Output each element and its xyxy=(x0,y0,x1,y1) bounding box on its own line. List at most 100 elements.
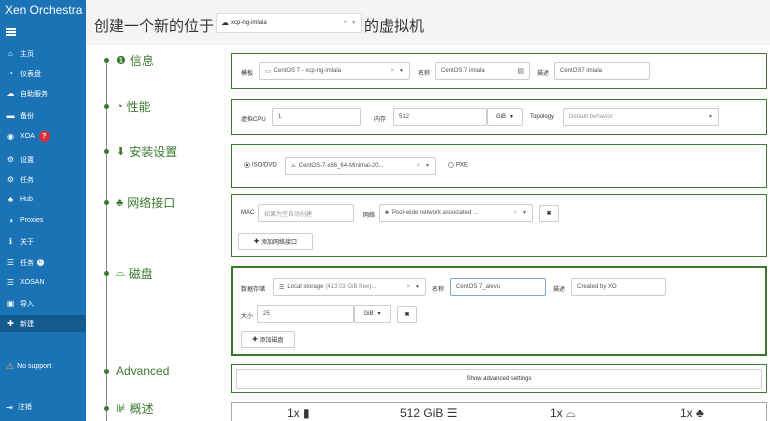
pxe-radio[interactable]: PXE xyxy=(448,162,468,169)
step-dot xyxy=(104,368,109,374)
memory-unit: GiB xyxy=(496,114,507,120)
app-brand[interactable]: Xen Orchestra xyxy=(5,4,82,17)
network-select[interactable]: ♣ Pool-wide network associated ... × ▼ xyxy=(379,204,533,222)
remove-interface-button[interactable]: ✖ xyxy=(539,205,559,222)
chevron-down-icon[interactable]: ▼ xyxy=(351,20,356,26)
chevron-down-icon[interactable]: ▼ xyxy=(415,284,420,290)
sidebar-item-dashboard[interactable]: ◔ 仪表盘 xyxy=(0,65,86,82)
home-icon: ⌂ xyxy=(8,49,13,58)
sidebar-item-import[interactable]: ▣ 导入 xyxy=(0,295,86,312)
vm-name-input[interactable]: CentOS 7 imlala ▤ xyxy=(435,62,530,80)
cpu-icon: ▮ xyxy=(303,406,310,420)
memory-icon: ☰ xyxy=(446,406,458,420)
sidebar-item-hub[interactable]: ♣ Hub xyxy=(0,191,86,208)
step-network: ♣ 网络接口 xyxy=(104,194,175,211)
menu-toggle-icon[interactable] xyxy=(6,28,16,36)
cloud-icon: ☁ xyxy=(221,18,230,27)
disk-description-input[interactable]: Created by XO xyxy=(571,278,666,296)
warning-icon: ⚠ xyxy=(6,361,15,371)
no-support-link[interactable]: ⚠ No support xyxy=(6,361,51,372)
step-dot xyxy=(104,104,109,109)
clear-icon[interactable]: × xyxy=(344,20,348,26)
mac-input[interactable]: 如果为空自动创建 xyxy=(258,204,354,222)
show-advanced-button[interactable]: Show advanced settings xyxy=(236,369,762,389)
add-disk-button[interactable]: ✚ 添加磁盘 xyxy=(241,331,295,348)
close-icon: ✖ xyxy=(546,211,552,217)
tasks-list-icon: ☰ xyxy=(6,258,15,267)
disk-name-input[interactable]: CentOS 7_alevu xyxy=(450,278,546,296)
sidebar-item-self-service[interactable]: ☁ 自助服务 xyxy=(0,85,86,102)
clear-icon[interactable]: × xyxy=(406,284,410,290)
page-header: 创建一个新的位于 ☁ xcp-ng-imlala × ▼ 的虚拟机 xyxy=(86,0,770,45)
sr-free: (413.03 GiB free)... xyxy=(325,284,377,290)
sign-out-label: 注销 xyxy=(17,404,32,411)
show-advanced-label: Show advanced settings xyxy=(466,376,532,382)
sidebar-item-home[interactable]: ⌂ 主页 xyxy=(0,45,86,62)
clear-icon[interactable]: × xyxy=(416,163,420,169)
disk-size-unit-select[interactable]: GiB ▼ xyxy=(354,305,391,323)
summary-networks: 1x ♣ xyxy=(680,406,704,420)
pool-select[interactable]: ☁ xcp-ng-imlala × ▼ xyxy=(216,12,363,33)
no-support-label: No support xyxy=(17,363,52,370)
sidebar-item-settings[interactable]: ⚙ 设置 xyxy=(0,151,86,168)
disk-size-input[interactable]: 25 xyxy=(257,305,354,323)
sidebar-item-backup[interactable]: ▬ 备份 xyxy=(0,107,86,124)
clipboard-icon[interactable]: ▤ xyxy=(517,67,524,75)
hdd-icon: ⌓ xyxy=(566,406,576,420)
sidebar-item-label: 关于 xyxy=(20,238,34,246)
description-label: 描述 xyxy=(537,71,550,77)
sidebar-item-jobs[interactable]: ⚙ 任务 xyxy=(0,171,86,188)
step-performance: ◔ 性能 xyxy=(104,98,151,115)
sidebar-item-xosan[interactable]: ☰ XOSAN xyxy=(0,274,86,291)
step-info: ❶ 信息 xyxy=(104,52,154,69)
vcpu-input[interactable]: 1 xyxy=(272,108,361,126)
chevron-down-icon[interactable]: ▼ xyxy=(522,210,527,216)
radio-unchecked xyxy=(448,162,454,168)
iso-label: ISO/DVD xyxy=(252,162,277,169)
iso-radio[interactable]: ISO/DVD xyxy=(244,162,277,169)
step-label: 性能 xyxy=(126,100,151,114)
iso-value: CentOS-7-x86_64-Minimal-20... xyxy=(298,163,384,169)
add-interface-button[interactable]: ✚ 添加网络接口 xyxy=(238,233,313,250)
template-select[interactable]: ▭ CentOS 7 - xcp-ng-imlala × ▼ xyxy=(259,62,410,80)
summary-cpu-value: 1x xyxy=(287,406,300,420)
vm-name-value: CentOS 7 imlala xyxy=(441,68,485,74)
memory-value: 512 xyxy=(399,114,410,120)
sidebar-item-new[interactable]: ✚ 新建 xyxy=(0,315,86,332)
iso-select[interactable]: ⌓ CentOS-7-x86_64-Minimal-20... × ▼ xyxy=(285,157,436,175)
memory-input[interactable]: 512 xyxy=(393,108,487,126)
chevron-down-icon[interactable]: ▼ xyxy=(399,68,404,74)
radio-checked xyxy=(244,162,250,168)
step-dot xyxy=(104,200,109,205)
plus-icon: ✚ xyxy=(7,319,14,328)
add-disk-label: 添加磁盘 xyxy=(259,338,284,344)
remove-disk-button[interactable]: ✖ xyxy=(397,306,417,323)
vm-description-input[interactable]: CentOS7 imlala xyxy=(554,62,650,80)
sidebar-item-label: XOA xyxy=(20,133,35,140)
disk-size-unit: GiB xyxy=(363,311,374,317)
sr-select[interactable]: ☰ Local storage (413.03 GiB free)... × ▼ xyxy=(273,278,426,296)
chevron-down-icon[interactable]: ▼ xyxy=(425,163,430,169)
sidebar-item-xoa[interactable]: ◉ XOA? xyxy=(0,128,86,145)
topology-label: Topology xyxy=(530,114,555,120)
step-label: 安装设置 xyxy=(129,145,178,159)
mac-placeholder: 如果为空自动创建 xyxy=(264,211,313,218)
sr-label: 数据存储 xyxy=(241,287,266,293)
sidebar-item-tasks[interactable]: ☰ 任务 0 xyxy=(0,254,86,271)
clear-icon[interactable]: × xyxy=(390,68,394,74)
sidebar-item-label: Hub xyxy=(20,196,33,203)
advanced-panel: Show advanced settings xyxy=(231,364,767,393)
step-dot xyxy=(104,149,109,154)
topology-select[interactable]: Default behavior ▼ xyxy=(563,108,719,126)
size-label: 大小 xyxy=(241,314,254,320)
chevron-down-icon[interactable]: ▼ xyxy=(708,114,713,120)
sidebar-item-label: Proxies xyxy=(20,217,44,224)
clear-icon[interactable]: × xyxy=(513,210,517,216)
summary-memory: 512 GiB ☰ xyxy=(400,406,457,420)
sign-out-button[interactable]: ⇥ 注销 xyxy=(6,402,32,412)
memory-label: 内存 xyxy=(374,117,387,123)
sidebar-item-about[interactable]: ℹ 关于 xyxy=(0,233,86,250)
step-label: Advanced xyxy=(116,364,170,378)
memory-unit-select[interactable]: GiB ▼ xyxy=(487,108,523,126)
sidebar-item-proxies[interactable]: ◑ Proxies xyxy=(0,212,86,229)
